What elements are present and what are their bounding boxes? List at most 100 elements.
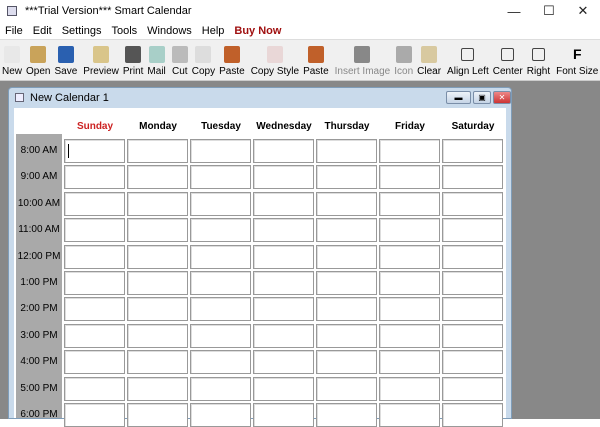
menu-buy-now[interactable]: Buy Now bbox=[229, 25, 286, 37]
calendar-cell[interactable] bbox=[127, 403, 188, 427]
calendar-cell[interactable] bbox=[442, 271, 503, 295]
center-button[interactable]: Center bbox=[491, 46, 525, 77]
calendar-cell[interactable] bbox=[379, 350, 440, 375]
calendar-cell[interactable] bbox=[316, 244, 377, 269]
calendar-cell[interactable] bbox=[316, 323, 377, 348]
calendar-cell[interactable] bbox=[190, 323, 251, 348]
calendar-cell[interactable] bbox=[316, 376, 377, 401]
calendar-cell[interactable] bbox=[316, 350, 377, 375]
menu-settings[interactable]: Settings bbox=[57, 25, 107, 37]
calendar-cell[interactable] bbox=[442, 403, 503, 427]
calendar-cell[interactable] bbox=[316, 403, 377, 427]
print-button[interactable]: Print bbox=[121, 46, 146, 77]
calendar-cell[interactable] bbox=[442, 218, 503, 243]
inner-minimize-button[interactable]: ▬ bbox=[446, 91, 471, 104]
calendar-cell[interactable] bbox=[253, 139, 314, 163]
calendar-cell[interactable] bbox=[190, 350, 251, 375]
close-button[interactable]: ✕ bbox=[566, 0, 600, 22]
calendar-cell[interactable] bbox=[316, 139, 377, 163]
calendar-cell[interactable] bbox=[253, 376, 314, 401]
preview-button[interactable]: Preview bbox=[81, 46, 121, 77]
calendar-cell[interactable] bbox=[127, 139, 188, 163]
calendar-cell[interactable] bbox=[64, 191, 125, 216]
calendar-cell[interactable] bbox=[379, 218, 440, 243]
menu-tools[interactable]: Tools bbox=[106, 25, 142, 37]
calendar-cell[interactable] bbox=[64, 271, 125, 295]
calendar-cell[interactable] bbox=[64, 139, 125, 163]
calendar-cell[interactable] bbox=[64, 403, 125, 427]
calendar-cell[interactable] bbox=[442, 376, 503, 401]
calendar-cell[interactable] bbox=[127, 350, 188, 375]
calendar-cell[interactable] bbox=[379, 139, 440, 163]
menu-edit[interactable]: Edit bbox=[28, 25, 57, 37]
calendar-cell[interactable] bbox=[190, 297, 251, 322]
calendar-cell[interactable] bbox=[442, 350, 503, 375]
align-left-button[interactable]: Align Left bbox=[445, 46, 491, 77]
calendar-cell[interactable] bbox=[190, 191, 251, 216]
calendar-cell[interactable] bbox=[253, 323, 314, 348]
calendar-cell[interactable] bbox=[190, 403, 251, 427]
calendar-cell[interactable] bbox=[442, 165, 503, 190]
menu-file[interactable]: File bbox=[0, 25, 28, 37]
clear-button[interactable]: Clear bbox=[415, 46, 443, 77]
calendar-cell[interactable] bbox=[379, 165, 440, 190]
save-button[interactable]: Save bbox=[52, 46, 79, 77]
calendar-cell[interactable] bbox=[127, 376, 188, 401]
calendar-cell[interactable] bbox=[379, 271, 440, 295]
calendar-cell[interactable] bbox=[253, 297, 314, 322]
font-size-button[interactable]: F Font Size bbox=[554, 46, 600, 77]
inner-restore-button[interactable]: ▣ bbox=[473, 91, 491, 104]
paste-button[interactable]: Paste bbox=[217, 46, 247, 77]
calendar-cell[interactable] bbox=[253, 218, 314, 243]
calendar-cell[interactable] bbox=[190, 165, 251, 190]
calendar-cell[interactable] bbox=[127, 323, 188, 348]
calendar-cell[interactable] bbox=[379, 403, 440, 427]
menu-windows[interactable]: Windows bbox=[142, 25, 197, 37]
calendar-cell[interactable] bbox=[316, 218, 377, 243]
calendar-cell[interactable] bbox=[64, 165, 125, 190]
minimize-button[interactable]: — bbox=[497, 0, 531, 22]
cut-button[interactable]: Cut bbox=[170, 46, 190, 77]
calendar-cell[interactable] bbox=[127, 271, 188, 295]
calendar-cell[interactable] bbox=[253, 271, 314, 295]
calendar-cell[interactable] bbox=[442, 323, 503, 348]
calendar-window-titlebar[interactable]: New Calendar 1 bbox=[9, 88, 511, 107]
right-button[interactable]: Right bbox=[525, 46, 552, 77]
paste-button[interactable]: Paste bbox=[301, 46, 331, 77]
copy-button[interactable]: Copy bbox=[190, 46, 217, 77]
calendar-cell[interactable] bbox=[253, 403, 314, 427]
calendar-cell[interactable] bbox=[253, 244, 314, 269]
calendar-cell[interactable] bbox=[253, 165, 314, 190]
calendar-cell[interactable] bbox=[190, 376, 251, 401]
calendar-cell[interactable] bbox=[64, 218, 125, 243]
calendar-cell[interactable] bbox=[64, 323, 125, 348]
calendar-cell[interactable] bbox=[64, 297, 125, 322]
calendar-cell[interactable] bbox=[379, 244, 440, 269]
calendar-cell[interactable] bbox=[316, 271, 377, 295]
calendar-cell[interactable] bbox=[253, 350, 314, 375]
calendar-cell[interactable] bbox=[127, 244, 188, 269]
calendar-cell[interactable] bbox=[127, 165, 188, 190]
maximize-button[interactable]: ☐ bbox=[532, 0, 566, 22]
new-button[interactable]: New bbox=[0, 46, 24, 77]
inner-close-button[interactable]: ✕ bbox=[493, 91, 511, 104]
menu-help[interactable]: Help bbox=[197, 25, 230, 37]
calendar-cell[interactable] bbox=[64, 244, 125, 269]
calendar-cell[interactable] bbox=[64, 350, 125, 375]
calendar-cell[interactable] bbox=[379, 376, 440, 401]
calendar-cell[interactable] bbox=[127, 218, 188, 243]
mail-button[interactable]: Mail bbox=[145, 46, 167, 77]
calendar-cell[interactable] bbox=[190, 218, 251, 243]
calendar-cell[interactable] bbox=[64, 376, 125, 401]
calendar-cell[interactable] bbox=[316, 165, 377, 190]
calendar-cell[interactable] bbox=[442, 191, 503, 216]
calendar-cell[interactable] bbox=[316, 191, 377, 216]
calendar-cell[interactable] bbox=[253, 191, 314, 216]
calendar-cell[interactable] bbox=[379, 191, 440, 216]
copy-style-button[interactable]: Copy Style bbox=[249, 46, 301, 77]
calendar-cell[interactable] bbox=[127, 191, 188, 216]
calendar-cell[interactable] bbox=[316, 297, 377, 322]
calendar-cell[interactable] bbox=[442, 139, 503, 163]
calendar-cell[interactable] bbox=[442, 244, 503, 269]
calendar-cell[interactable] bbox=[127, 297, 188, 322]
